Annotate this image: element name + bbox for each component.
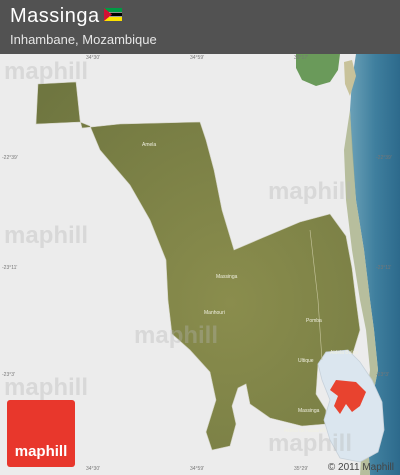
page-subtitle: Inhambane, Mozambique — [10, 32, 157, 47]
grid-label-right: -23°3' — [376, 372, 389, 378]
mozambique-flag-icon — [104, 8, 122, 21]
place-label: Ultique — [298, 358, 314, 364]
grid-label-right: -23°11' — [376, 265, 392, 271]
watermark: maphill — [268, 430, 353, 457]
place-label: Massinga — [298, 408, 320, 414]
grid-label-right: -22°39' — [376, 155, 392, 161]
header-bar: Massinga Inhambane, Mozambique — [0, 0, 400, 54]
watermark: maphill — [268, 178, 353, 205]
page-title: Massinga — [10, 5, 100, 27]
copyright-text: © 2011 Maphill — [327, 462, 394, 473]
place-label: Amela — [142, 142, 157, 148]
grid-label-bottom: 34°30' — [86, 466, 101, 472]
watermark: maphill — [134, 322, 219, 349]
grid-label-top: 34°30' — [86, 55, 101, 61]
map-stage: 34°30' 34°59' 35°17' 34°30' 34°59' 35°29… — [0, 0, 400, 475]
watermark: maphill — [4, 58, 89, 85]
place-label: Manhouri — [204, 310, 225, 316]
maphill-logo[interactable]: maphill — [7, 400, 75, 467]
grid-label-top: 34°59' — [190, 55, 205, 61]
place-label: Aldeia Bulao — [330, 350, 359, 356]
place-label: Pomba — [306, 318, 322, 324]
logo-label: maphill — [14, 443, 68, 460]
grid-label-bottom: 35°29' — [294, 466, 309, 472]
grid-label-top: 35°17' — [294, 55, 309, 61]
place-label: Massinga — [216, 274, 238, 280]
grid-label-left: -22°39' — [2, 155, 18, 161]
watermark: maphill — [4, 222, 89, 249]
watermark: maphill — [4, 374, 89, 401]
grid-label-left: -23°11' — [2, 265, 18, 271]
grid-label-bottom: 34°59' — [190, 466, 205, 472]
